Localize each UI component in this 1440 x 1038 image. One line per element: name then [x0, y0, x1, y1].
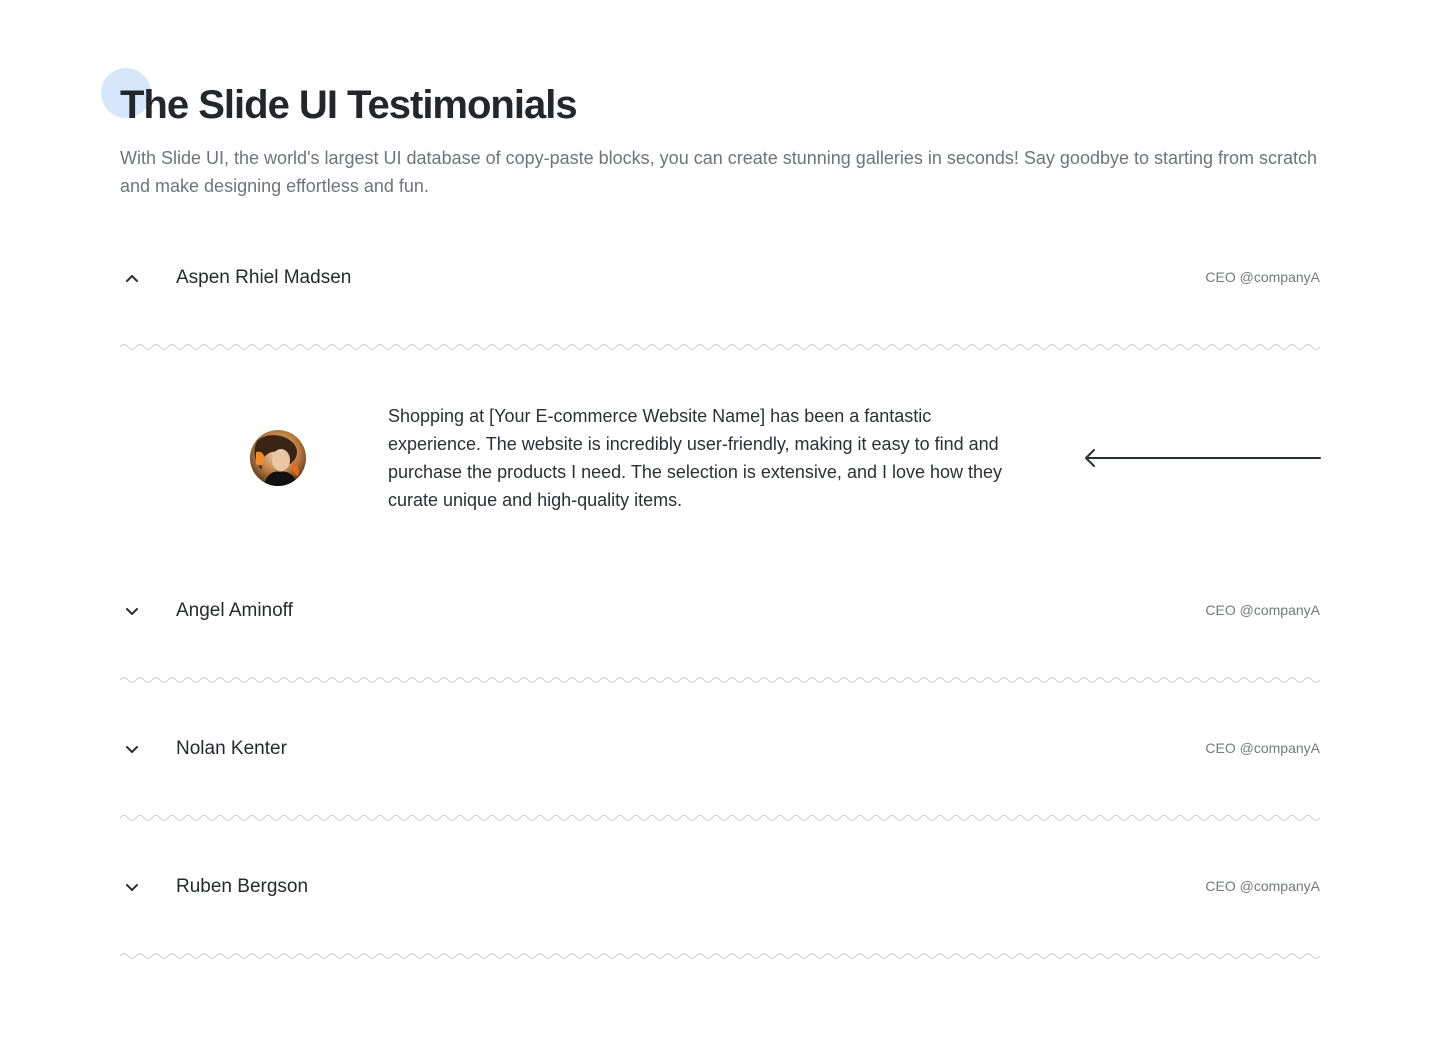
- page-subtitle: With Slide UI, the world's largest UI da…: [120, 148, 1318, 196]
- testimonial-role: CEO @companyA: [1205, 878, 1320, 894]
- testimonial-name: Angel Aminoff: [176, 600, 293, 621]
- testimonial-name: Aspen Rhiel Madsen: [176, 267, 352, 288]
- testimonial-item: Aspen Rhiel Madsen CEO @companyA: [120, 258, 1320, 350]
- chevron-down-icon[interactable]: [123, 740, 141, 758]
- chevron-up-icon[interactable]: [123, 269, 141, 287]
- testimonial-role: CEO @companyA: [1205, 602, 1320, 618]
- wavy-divider: [120, 677, 1320, 683]
- testimonial-name: Nolan Kenter: [176, 738, 287, 759]
- testimonial-toggle[interactable]: Aspen Rhiel Madsen CEO @companyA: [120, 258, 1320, 298]
- testimonial-name: Ruben Bergson: [176, 876, 309, 897]
- avatar: [250, 430, 306, 486]
- testimonial-item: Ruben Bergson CEO @companyA: [120, 867, 1320, 959]
- chevron-down-icon[interactable]: [123, 878, 141, 896]
- testimonial-item: Angel Aminoff CEO @companyA: [120, 591, 1320, 683]
- testimonial-toggle[interactable]: Ruben Bergson CEO @companyA: [120, 867, 1320, 907]
- wavy-divider: [120, 953, 1320, 959]
- testimonial-item: Nolan Kenter CEO @companyA: [120, 729, 1320, 821]
- chevron-down-icon[interactable]: [123, 602, 141, 620]
- testimonial-role: CEO @companyA: [1205, 269, 1320, 285]
- testimonial-role: CEO @companyA: [1205, 740, 1320, 756]
- arrow-left-icon[interactable]: [1082, 446, 1322, 470]
- testimonial-panel: Shopping at [Your E-commerce Website Nam…: [120, 400, 1322, 530]
- page-title: The Slide UI Testimonials: [120, 83, 578, 127]
- wavy-divider: [120, 344, 1320, 350]
- testimonial-toggle[interactable]: Angel Aminoff CEO @companyA: [120, 591, 1320, 631]
- testimonial-toggle[interactable]: Nolan Kenter CEO @companyA: [120, 729, 1320, 769]
- wavy-divider: [120, 815, 1320, 821]
- testimonial-quote: Shopping at [Your E-commerce Website Nam…: [388, 406, 1003, 510]
